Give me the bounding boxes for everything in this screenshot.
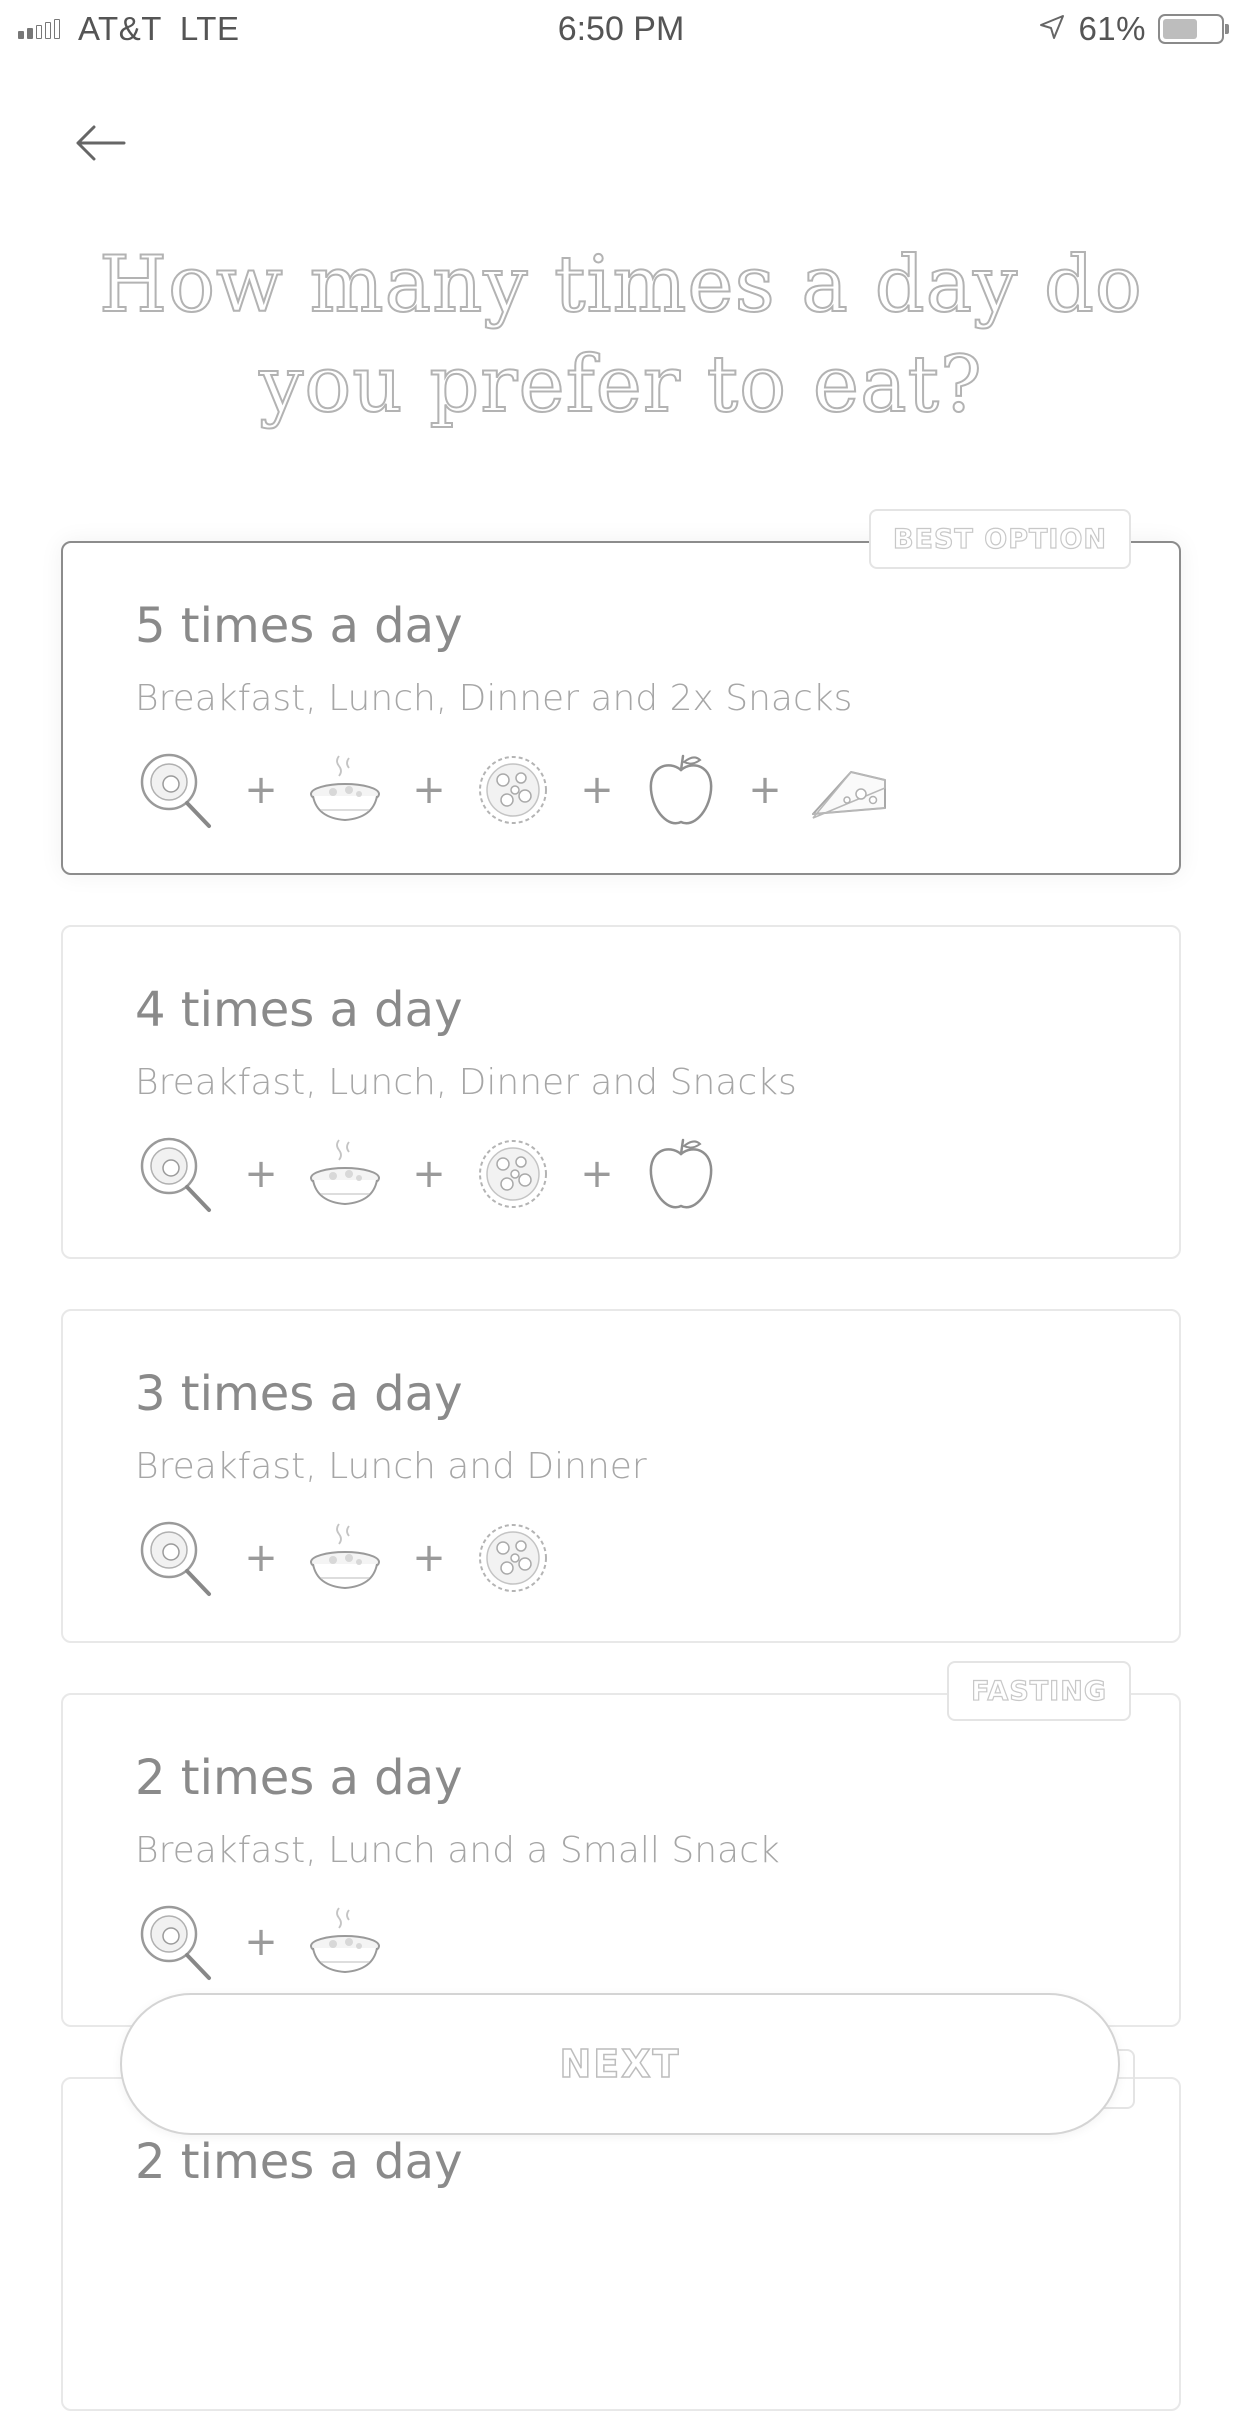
- page-title: How many times a day do you prefer to ea…: [98, 239, 1143, 431]
- option-title: 2 times a day: [135, 1750, 463, 1806]
- lunch-icon: [303, 1516, 387, 1600]
- breakfast-icon: [135, 748, 219, 832]
- lunch-icon: [303, 1900, 387, 1984]
- meal-icons-row: +: [135, 1900, 387, 1984]
- plus-sign: +: [580, 1151, 614, 1197]
- option-card-5-times[interactable]: BEST OPTION 5 times a day Breakfast, Lun…: [61, 509, 1181, 875]
- option-card-2-times[interactable]: FASTING 2 times a day Breakfast, Lunch a…: [61, 1661, 1181, 2027]
- plus-sign: +: [580, 767, 614, 813]
- back-button[interactable]: [70, 115, 130, 175]
- option-title: 5 times a day: [135, 598, 463, 654]
- meal-icons-row: + + + +: [135, 748, 891, 832]
- option-card-4-times[interactable]: 4 times a day Breakfast, Lunch, Dinner a…: [61, 925, 1181, 1259]
- option-description: Breakfast, Lunch, Dinner and 2x Snacks: [135, 678, 853, 719]
- apple-icon: [639, 1132, 723, 1216]
- fasting-badge: FASTING: [947, 1661, 1131, 1721]
- lunch-icon: [303, 1132, 387, 1216]
- best-option-badge: BEST OPTION: [868, 509, 1131, 569]
- breakfast-icon: [135, 1516, 219, 1600]
- dinner-icon: [471, 1132, 555, 1216]
- battery-icon: [1158, 14, 1229, 44]
- meal-icons-row: + +: [135, 1516, 555, 1600]
- status-bar: AT&T LTE 6:50 PM 61%: [0, 0, 1242, 62]
- option-description: Breakfast, Lunch and Dinner: [135, 1446, 647, 1487]
- plus-sign: +: [244, 1535, 278, 1581]
- plus-sign: +: [412, 767, 446, 813]
- lunch-icon: [303, 748, 387, 832]
- plus-sign: +: [412, 1535, 446, 1581]
- dinner-icon: [471, 748, 555, 832]
- plus-sign: +: [244, 1151, 278, 1197]
- dinner-icon: [471, 1516, 555, 1600]
- plus-sign: +: [748, 767, 782, 813]
- option-title: 3 times a day: [135, 1366, 463, 1422]
- plus-sign: +: [412, 1151, 446, 1197]
- option-description: Breakfast, Lunch and a Small Snack: [135, 1830, 780, 1871]
- back-arrow-icon: [74, 123, 126, 167]
- next-button-label: NEXT: [559, 2041, 681, 2087]
- option-description: Breakfast, Lunch, Dinner and Snacks: [135, 1062, 797, 1103]
- option-title: 4 times a day: [135, 982, 463, 1038]
- apple-icon: [639, 748, 723, 832]
- breakfast-icon: [135, 1132, 219, 1216]
- location-arrow-icon: [1038, 13, 1066, 45]
- battery-percent: 61%: [1078, 10, 1146, 47]
- option-card-3-times[interactable]: 3 times a day Breakfast, Lunch and Dinne…: [61, 1309, 1181, 1643]
- breakfast-icon: [135, 1900, 219, 1984]
- plus-sign: +: [244, 767, 278, 813]
- cheese-icon: [807, 748, 891, 832]
- plus-sign: +: [244, 1919, 278, 1965]
- meal-icons-row: + + +: [135, 1132, 723, 1216]
- next-button[interactable]: NEXT: [120, 1993, 1120, 2135]
- option-title: 2 times a day: [135, 2134, 463, 2190]
